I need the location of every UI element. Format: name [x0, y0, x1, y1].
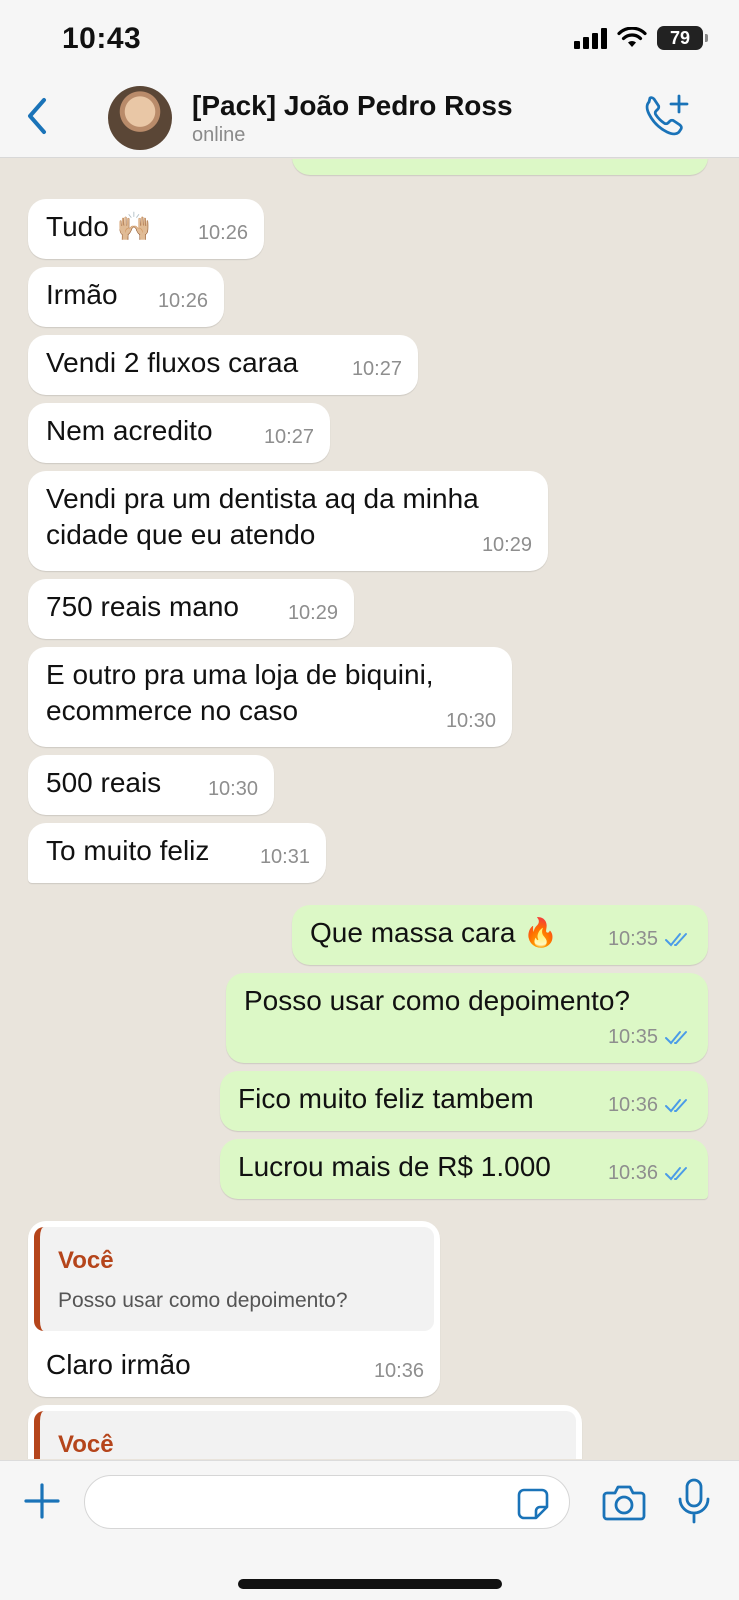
contact-status: online [192, 124, 246, 146]
add-call-icon[interactable] [641, 94, 689, 140]
message-outgoing[interactable]: 10:14 [292, 159, 708, 175]
message-text-line: ecommerce no caso [46, 695, 299, 726]
message-time: 10:35 [607, 928, 658, 950]
message-time: 10:36 [373, 1360, 424, 1382]
message-meta: 10:35 [608, 1019, 692, 1055]
message-time: 10:14 [608, 159, 658, 167]
home-indicator[interactable] [238, 1579, 502, 1589]
contact-name[interactable]: [Pack] João Pedro Ross [192, 90, 513, 122]
battery-icon: 79 [657, 26, 708, 50]
read-receipt-icon [665, 1031, 687, 1045]
message-outgoing[interactable]: Fico muito feliz tambem 10:36 [220, 1071, 708, 1131]
message-meta: 10:30 [446, 703, 496, 739]
message-time: 10:31 [259, 846, 310, 868]
quote-author: Você [58, 1431, 114, 1458]
quote-text: Posso usar como depoimento? [58, 1289, 348, 1312]
message-outgoing[interactable]: Lucrou mais de R$ 1.000 10:36 [220, 1139, 708, 1199]
message-text: Vendi 2 fluxos caraa [46, 347, 299, 378]
camera-icon[interactable] [602, 1481, 646, 1523]
message-text: Tudo 🙌🏼 [46, 211, 152, 242]
message-meta: 10:26 [158, 283, 208, 319]
message-incoming[interactable]: Irmão 10:26 [28, 267, 224, 327]
message-meta: 10:36 [608, 1155, 692, 1191]
status-time: 10:43 [62, 22, 142, 55]
message-meta: 10:14 [608, 159, 692, 167]
wifi-icon [617, 27, 647, 47]
message-meta: 10:35 [608, 921, 692, 957]
contact-avatar[interactable] [108, 86, 172, 150]
message-time: 10:26 [157, 290, 208, 312]
message-text: To muito feliz [46, 835, 210, 866]
quote-author: Você [58, 1247, 114, 1274]
message-incoming[interactable]: Vendi 2 fluxos caraa 10:27 [28, 335, 418, 395]
message-time: 10:35 [607, 1026, 658, 1048]
message-input[interactable] [84, 1475, 570, 1529]
message-text: Claro irmão [46, 1349, 191, 1380]
message-time: 10:30 [445, 710, 496, 732]
message-incoming[interactable]: Tudo 🙌🏼 10:26 [28, 199, 264, 259]
sticker-icon[interactable] [516, 1487, 550, 1521]
message-time: 10:27 [263, 426, 314, 448]
message-time: 10:36 [607, 1094, 658, 1116]
message-text: Que massa cara 🔥 [310, 917, 559, 948]
message-text: Posso usar como depoimento? [244, 985, 630, 1016]
compose-bar [0, 1460, 739, 1600]
quoted-message[interactable]: Você [34, 1411, 576, 1459]
message-meta: 10:26 [198, 215, 248, 251]
message-time: 10:27 [351, 358, 402, 380]
microphone-icon[interactable] [676, 1477, 712, 1525]
message-text: Lucrou mais de R$ 1.000 [238, 1151, 551, 1182]
message-text-line: E outro pra uma loja de biquini, [46, 659, 434, 690]
message-outgoing[interactable]: Posso usar como depoimento? 10:35 [226, 973, 708, 1063]
message-text: 500 reais [46, 767, 162, 798]
message-meta: 10:29 [288, 595, 338, 631]
message-incoming[interactable]: E outro pra uma loja de biquini, ecommer… [28, 647, 512, 747]
message-meta: 10:36 [374, 1353, 424, 1389]
message-text: 750 reais mano [46, 591, 240, 622]
message-incoming[interactable]: To muito feliz 10:31 [28, 823, 326, 883]
message-text: Nem acredito [46, 415, 213, 446]
back-chevron-icon[interactable] [20, 96, 56, 136]
message-time: 10:30 [207, 778, 258, 800]
chat-header: [Pack] João Pedro Ross online [0, 80, 739, 158]
message-incoming-reply[interactable]: Você Posso usar como depoimento? Claro i… [28, 1221, 440, 1397]
message-meta: 10:27 [264, 419, 314, 455]
message-meta: 10:31 [260, 839, 310, 875]
status-icons: 79 [574, 26, 708, 50]
message-meta: 10:29 [482, 527, 532, 563]
message-time: 10:29 [481, 534, 532, 556]
message-time: 10:29 [287, 602, 338, 624]
read-receipt-icon [665, 1099, 687, 1113]
message-incoming[interactable]: Vendi pra um dentista aq da minha cidade… [28, 471, 548, 571]
message-incoming[interactable]: Nem acredito 10:27 [28, 403, 330, 463]
message-text: Irmão [46, 279, 118, 310]
message-incoming[interactable]: 750 reais mano 10:29 [28, 579, 354, 639]
battery-level: 79 [669, 27, 691, 48]
cellular-signal-icon [574, 27, 607, 49]
message-meta: 10:36 [608, 1087, 692, 1123]
message-incoming-reply[interactable]: Você [28, 1405, 582, 1459]
message-time: 10:36 [607, 1162, 658, 1184]
status-bar: 10:43 79 [0, 0, 739, 80]
message-meta: 10:27 [352, 351, 402, 387]
plus-icon[interactable] [22, 1481, 62, 1521]
message-text-line: cidade que eu atendo [46, 519, 316, 550]
read-receipt-icon [665, 933, 687, 947]
quoted-message[interactable]: Você Posso usar como depoimento? [34, 1227, 434, 1331]
message-text-line: Vendi pra um dentista aq da minha [46, 483, 479, 514]
message-outgoing[interactable]: Que massa cara 🔥 10:35 [292, 905, 708, 965]
message-text: Fico muito feliz tambem [238, 1083, 534, 1114]
message-list[interactable]: 10:14 Tudo 🙌🏼 10:26 Irmão 10:26 Vendi 2 … [0, 159, 739, 1459]
message-incoming[interactable]: 500 reais 10:30 [28, 755, 274, 815]
read-receipt-icon [665, 1167, 687, 1181]
message-time: 10:26 [197, 222, 248, 244]
message-meta: 10:30 [208, 771, 258, 807]
